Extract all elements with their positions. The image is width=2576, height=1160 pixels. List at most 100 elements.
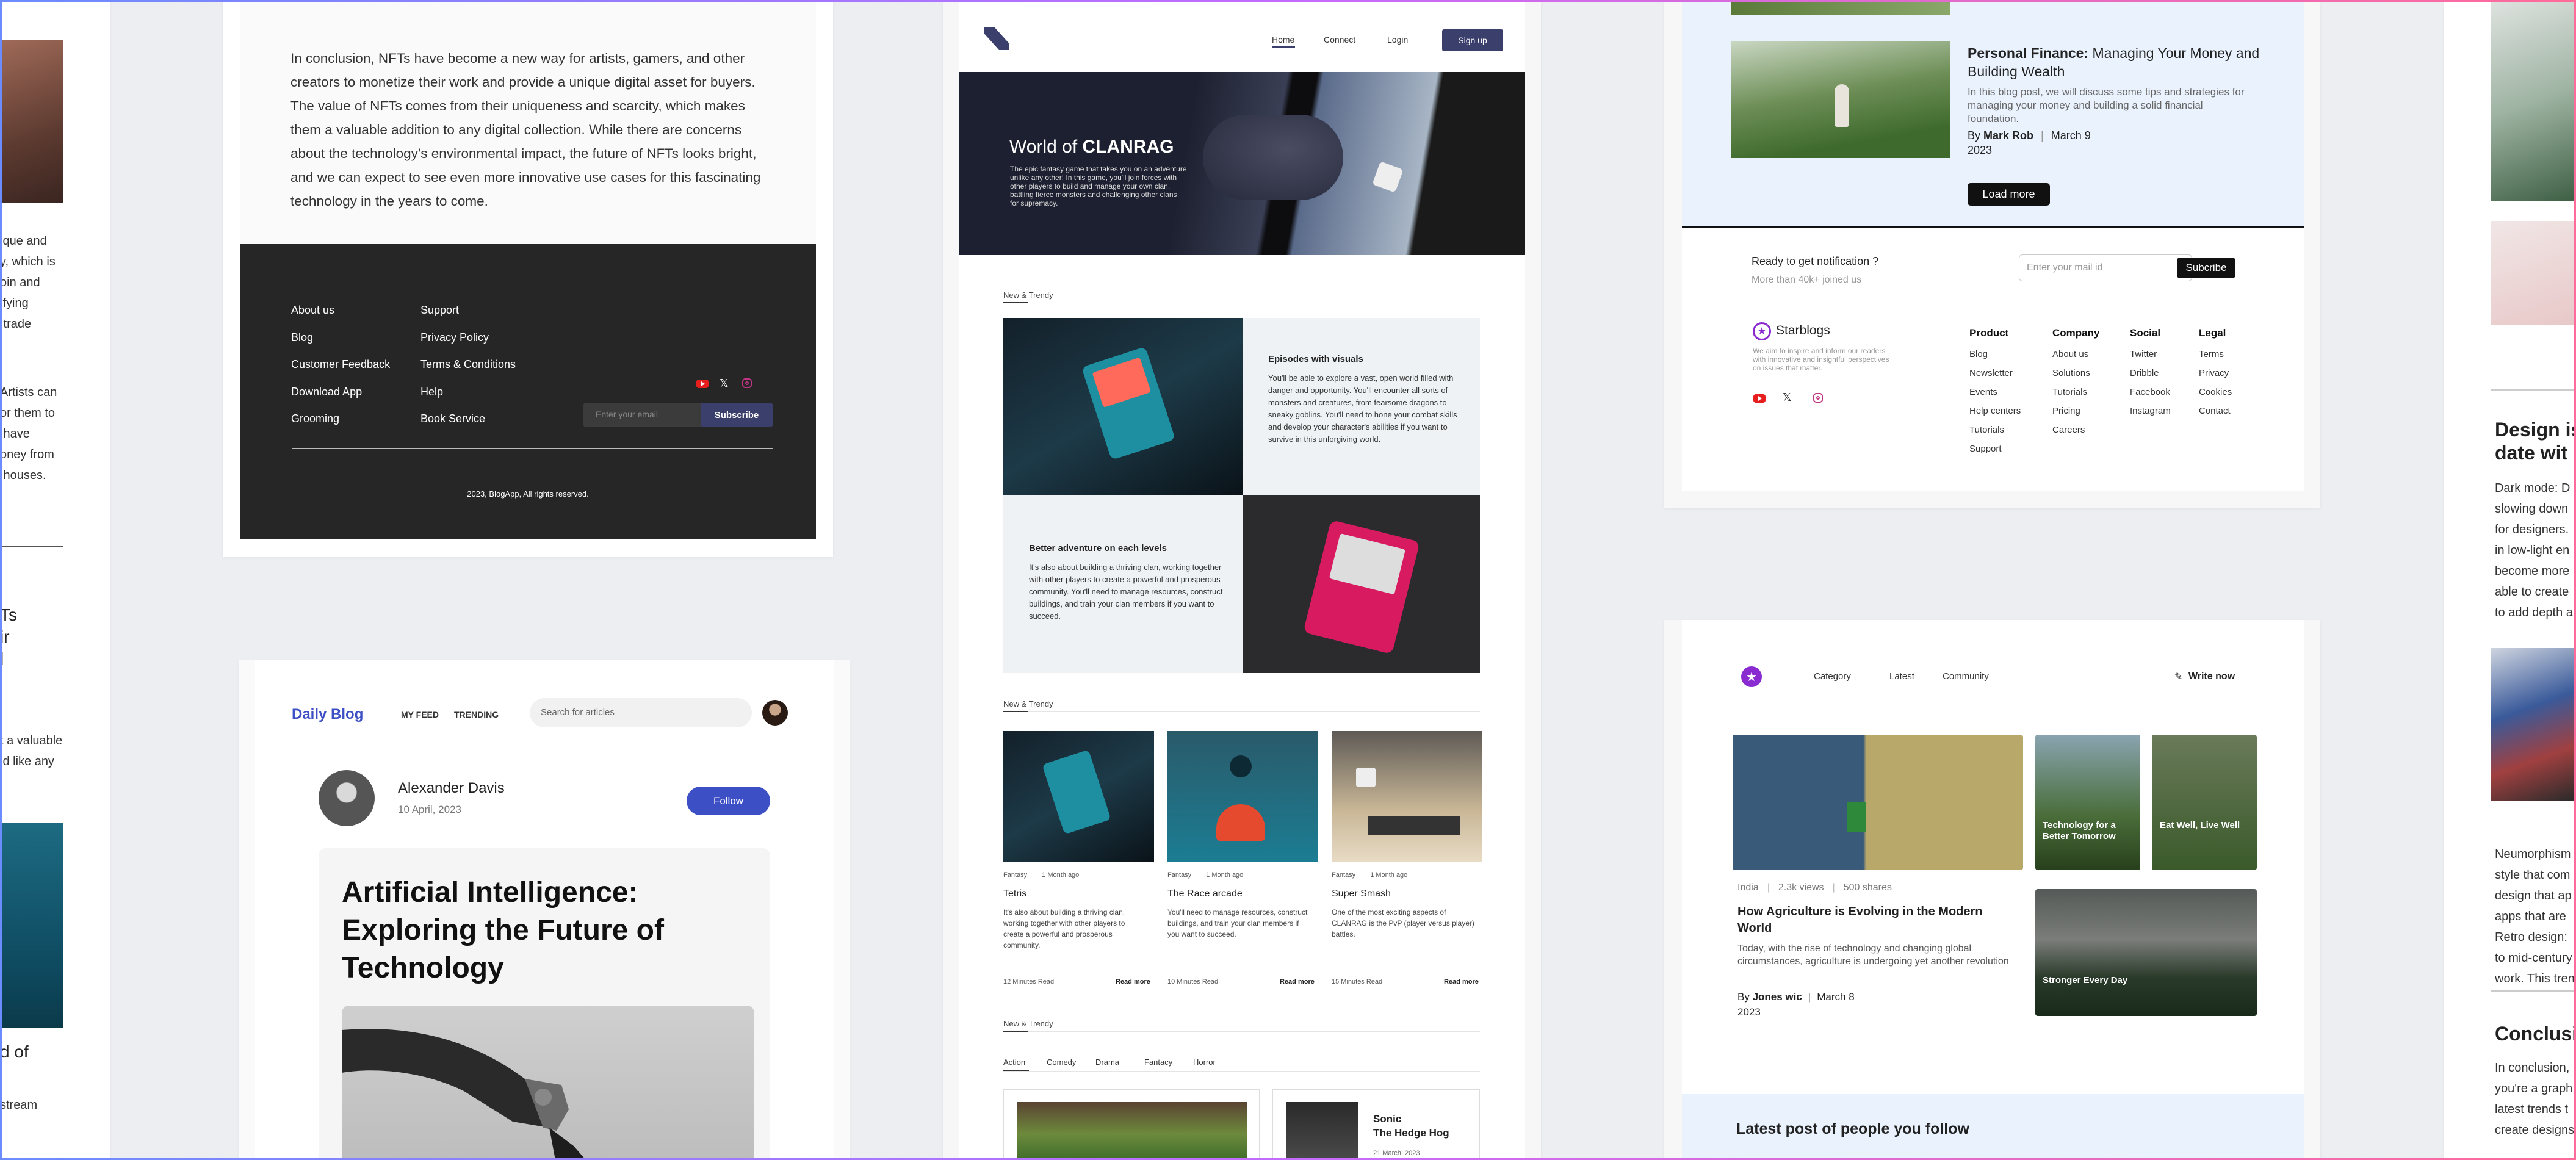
tile-eat-label: Eat Well, Live Well <box>2160 820 2240 830</box>
footer-link[interactable]: Pricing <box>2052 406 2099 425</box>
notification-title: Ready to get notification ? <box>1752 255 1879 267</box>
post-card-3[interactable]: Fantasy 1 Month ago Super Smash One of th… <box>1332 871 1482 940</box>
footer-link[interactable]: Solutions <box>2052 368 2099 387</box>
footer-link[interactable]: Facebook <box>2130 387 2171 406</box>
footer-link[interactable]: Blog <box>291 331 390 359</box>
daily-blog-logo[interactable]: Daily Blog <box>292 706 363 723</box>
footer-link[interactable]: Blog <box>1969 349 2021 368</box>
email-field[interactable]: Enter your email <box>596 409 658 419</box>
card-image-tetris[interactable] <box>1003 731 1154 862</box>
footer-link[interactable]: Dribble <box>2130 368 2171 387</box>
author-avatar[interactable] <box>319 770 375 826</box>
partial-text-1: ique and y, which is oin and ifying trad… <box>0 234 56 331</box>
instagram-icon[interactable] <box>742 378 752 388</box>
post-card-1[interactable]: Fantasy 1 Month ago Tetris It's also abou… <box>1003 871 1154 951</box>
footer-link[interactable]: Twitter <box>2130 349 2171 368</box>
footer-link[interactable]: About us <box>2052 349 2099 368</box>
tab-drama[interactable]: Drama <box>1095 1057 1119 1067</box>
partial-heading: Ts ir l <box>0 605 17 668</box>
footer-subscribe-form: Enter your email Subscribe <box>583 403 773 427</box>
x-icon[interactable]: 𝕏 <box>1783 391 1792 404</box>
tile-stronger[interactable] <box>2035 889 2257 1016</box>
footer-link[interactable]: Tutorials <box>2052 387 2099 406</box>
pencil-icon[interactable]: ✎ <box>2174 671 2184 682</box>
footer-link[interactable]: Cookies <box>2199 387 2232 406</box>
x-icon[interactable]: 𝕏 <box>720 377 731 390</box>
footer-link[interactable]: Newsletter <box>1969 368 2021 387</box>
nav-community[interactable]: Community <box>1943 671 1989 682</box>
card-read-more[interactable]: Read more <box>1116 978 1150 985</box>
footer-link[interactable]: Book Service <box>420 412 516 440</box>
nav-login[interactable]: Login <box>1387 35 1408 45</box>
starblogs-logo-icon[interactable]: ★ <box>1753 322 1771 340</box>
finance-post-title[interactable]: Personal Finance: Managing Your Money an… <box>1968 44 2260 81</box>
card-tag: Fantasy <box>1332 871 1356 879</box>
nav-my-feed[interactable]: MY FEED <box>401 710 439 719</box>
instagram-icon[interactable] <box>1813 393 1823 403</box>
byline-author[interactable]: Jones wic <box>1753 991 1802 1003</box>
tab-comedy[interactable]: Comedy <box>1047 1057 1076 1067</box>
post-card-2[interactable]: Fantasy 1 Month ago The Race arcade You'l… <box>1167 871 1318 940</box>
footer-link[interactable]: Terms & Conditions <box>420 358 516 386</box>
footer-link[interactable]: Grooming <box>291 412 390 440</box>
tile-tech[interactable] <box>2035 735 2140 870</box>
partial-paint-image <box>2491 648 2576 801</box>
card-read-more[interactable]: Read more <box>1444 978 1479 985</box>
footer-link[interactable]: Help <box>420 386 516 413</box>
footer-link[interactable]: Privacy Policy <box>420 331 516 359</box>
card-read-time: 12 Minutes Read <box>1003 978 1055 985</box>
footer-link[interactable]: Careers <box>2052 425 2099 444</box>
footer-link[interactable]: Support <box>1969 444 2021 463</box>
mail-input[interactable]: Enter your mail id Subcribe <box>2019 254 2235 281</box>
tile-eat[interactable] <box>2152 735 2257 870</box>
load-more-button[interactable]: Load more <box>1968 183 2050 206</box>
partial-image-portrait <box>0 40 63 203</box>
search-input[interactable]: Search for articles <box>530 698 752 727</box>
mail-subscribe-button[interactable]: Subcribe <box>2177 258 2235 278</box>
footer-link[interactable]: Events <box>1969 387 2021 406</box>
agri-hero-image[interactable] <box>1733 735 2023 870</box>
footer-link[interactable]: Support <box>420 304 516 331</box>
follow-button[interactable]: Follow <box>687 787 770 815</box>
avatar[interactable] <box>762 700 788 726</box>
footer-link[interactable]: Terms <box>2199 349 2232 368</box>
footer-link[interactable]: Contact <box>2199 406 2232 425</box>
byline-author[interactable]: Mark Rob <box>1983 129 2033 142</box>
footer-col-2: Support Privacy Policy Terms & Condition… <box>420 304 516 440</box>
footer-link[interactable]: Download App <box>291 386 390 413</box>
card-read-more[interactable]: Read more <box>1280 978 1315 985</box>
footer-link[interactable]: Help centers <box>1969 406 2021 425</box>
agri-title[interactable]: How Agriculture is Evolving in the Moder… <box>1737 904 1994 937</box>
tab-action[interactable]: Action <box>1003 1057 1025 1067</box>
tile-stronger-label: Stronger Every Day <box>2043 975 2128 985</box>
signup-button[interactable]: Sign up <box>1442 29 1503 51</box>
subscribe-button[interactable]: Subscribe <box>701 403 773 427</box>
nav-home[interactable]: Home <box>1272 35 1294 45</box>
finance-image[interactable] <box>1731 41 1950 158</box>
card-image-arcade[interactable] <box>1167 731 1318 862</box>
partial-text-2: Artists can or them to have oney from ho… <box>0 386 57 482</box>
tab-horror[interactable]: Horror <box>1193 1057 1216 1067</box>
meta-shares: 500 shares <box>1843 882 1892 893</box>
footer-link[interactable]: Tutorials <box>1969 425 2021 444</box>
footer-link[interactable]: Customer Feedback <box>291 358 390 386</box>
hero-title-a: World of <box>1009 137 1083 157</box>
author-name[interactable]: Alexander Davis <box>398 780 505 797</box>
section-rule-2 <box>1028 711 1480 712</box>
footer-link[interactable]: About us <box>291 304 390 331</box>
youtube-icon[interactable] <box>696 380 709 388</box>
column-head: Product <box>1969 327 2009 339</box>
footer-link[interactable]: Instagram <box>2130 406 2171 425</box>
nav-category[interactable]: Category <box>1814 671 1851 682</box>
nav-trending[interactable]: TRENDING <box>454 710 499 719</box>
youtube-icon[interactable] <box>1753 394 1766 403</box>
write-now-button[interactable]: Write now <box>2188 671 2235 682</box>
nav-latest[interactable]: Latest <box>1889 671 1914 682</box>
starblogs-brand[interactable]: Starblogs <box>1776 323 1830 338</box>
card-desc: One of the most exciting aspects of CLAN… <box>1332 908 1474 938</box>
card-image-smash[interactable] <box>1332 731 1482 862</box>
nav-connect[interactable]: Connect <box>1324 35 1355 45</box>
footer-link[interactable]: Privacy <box>2199 368 2232 387</box>
agri-logo-icon[interactable]: ★ <box>1741 666 1762 687</box>
tab-fantacy[interactable]: Fantacy <box>1144 1057 1172 1067</box>
